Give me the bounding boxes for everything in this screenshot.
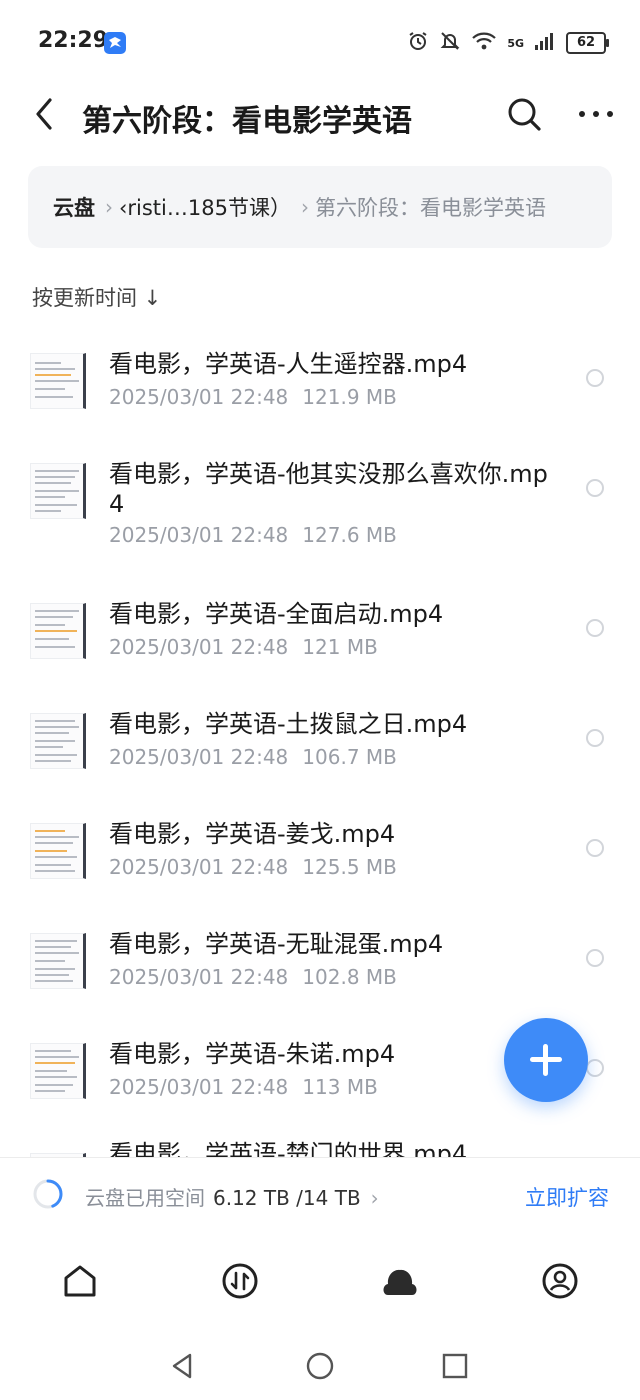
video-thumbnail [30,603,86,659]
file-date: 2025/03/01 22:48 [109,745,289,769]
file-name: 看电影，学英语-无耻混蛋.mp4 [109,930,444,958]
system-back-button[interactable] [168,1351,198,1381]
file-meta: 2025/03/01 22:48 106.7 MB [109,745,397,769]
file-date: 2025/03/01 22:48 [109,635,289,659]
file-name: 看电影，学英语-全面启动.mp4 [109,600,444,628]
file-meta: 2025/03/01 22:48 121.9 MB [109,385,397,409]
list-item[interactable]: 看电影，学英语-他其实没那么喜欢你.mp4 2025/03/01 22:48 12… [0,435,640,575]
bottom-nav [0,1231,640,1331]
back-triangle-icon [172,1353,192,1379]
storage-label: 云盘已用空间 [85,1186,205,1210]
video-thumbnail [30,463,86,519]
file-meta: 2025/03/01 22:48 121 MB [109,635,378,659]
network-type: 5G [507,36,524,50]
profile-icon [542,1263,578,1299]
file-meta: 2025/03/01 22:48 102.8 MB [109,965,397,989]
transfer-icon [222,1263,258,1299]
breadcrumb-parent[interactable]: ‹risti…185节课） [119,192,291,222]
storage-usage-ring [33,1179,63,1209]
file-size: 121.9 MB [302,385,397,409]
file-meta: 2025/03/01 22:48 125.5 MB [109,855,397,879]
select-checkbox[interactable] [586,729,604,747]
mute-icon [439,30,461,56]
chevron-right-icon: › [105,195,113,219]
video-thumbnail [30,713,86,769]
search-icon [508,98,541,131]
select-checkbox[interactable] [586,839,604,857]
file-size: 125.5 MB [302,855,397,879]
back-button[interactable] [30,94,58,134]
nav-cloud[interactable] [380,1261,420,1301]
nav-transfer[interactable] [220,1261,260,1301]
file-meta: 2025/03/01 22:48 113 MB [109,1075,378,1099]
select-checkbox[interactable] [586,1059,604,1077]
list-item[interactable]: 看电影，学英语-人生遥控器.mp4 2025/03/01 22:48 121.9 … [0,325,640,435]
header: 第六阶段：看电影学英语 [0,86,640,146]
expand-storage-link[interactable]: 立即扩容 [525,1182,609,1212]
select-checkbox[interactable] [586,479,604,497]
nav-home[interactable] [60,1261,100,1301]
list-item[interactable]: 看电影，学英语-无耻混蛋.mp4 2025/03/01 22:48 102.8 M… [0,905,640,1015]
file-name: 看电影，学英语-朱诺.mp4 [109,1040,396,1068]
more-button[interactable] [576,94,616,134]
status-time: 22:29 [38,28,109,53]
storage-bar[interactable]: 云盘已用空间 6.12 TB /14 TB › 立即扩容 [0,1157,640,1232]
sort-button[interactable]: 按更新时间 ↓ [32,282,161,312]
file-date: 2025/03/01 22:48 [109,1075,289,1099]
file-name: 看电影，学英语-姜戈.mp4 [109,820,396,848]
list-item[interactable]: 看电影，学英语-姜戈.mp4 2025/03/01 22:48 125.5 MB [0,795,640,905]
file-size: 106.7 MB [302,745,397,769]
cloud-icon [383,1269,417,1295]
breadcrumb: 云盘 › ‹risti…185节课） › 第六阶段：看电影学英语 [28,166,612,248]
chevron-right-icon: › [300,195,309,219]
home-circle-icon [306,1352,334,1380]
add-button[interactable] [504,1018,588,1102]
page-title: 第六阶段：看电影学英语 [82,104,412,139]
video-thumbnail [30,933,86,989]
system-recents-button[interactable] [440,1351,470,1381]
more-icon [579,111,613,117]
nav-profile[interactable] [540,1261,580,1301]
system-nav [0,1331,640,1400]
video-thumbnail [30,823,86,879]
chevron-right-icon: › [370,1186,379,1210]
file-name: 看电影，学英语-土拨鼠之日.mp4 [109,710,468,738]
storage-value: 6.12 TB /14 TB [213,1186,361,1210]
storage-text: 云盘已用空间 6.12 TB /14 TB › [85,1182,379,1211]
breadcrumb-root[interactable]: 云盘 [53,192,95,222]
recents-square-icon [442,1353,468,1379]
file-date: 2025/03/01 22:48 [109,965,289,989]
signal-icon [534,31,556,55]
file-name: 看电影，学英语-楚门的世界.mp4 [109,1140,468,1157]
breadcrumb-current: 第六阶段：看电影学英语 [314,196,546,220]
list-item[interactable]: 看电影，学英语-楚门的世界.mp4 [0,1125,640,1157]
file-name: 看电影，学英语-人生遥控器.mp4 [109,350,468,378]
status-icons: 5G 62 [407,30,609,56]
file-date: 2025/03/01 22:48 [109,855,289,879]
file-size: 121 MB [302,635,378,659]
video-thumbnail [30,1043,86,1099]
file-size: 127.6 MB [302,523,397,547]
search-button[interactable] [504,94,544,134]
battery-icon: 62 [566,32,609,54]
file-date: 2025/03/01 22:48 [109,385,289,409]
list-item[interactable]: 看电影，学英语-全面启动.mp4 2025/03/01 22:48 121 MB [0,575,640,685]
list-item[interactable]: 看电影，学英语-土拨鼠之日.mp4 2025/03/01 22:48 106.7 … [0,685,640,795]
home-icon [64,1265,96,1297]
select-checkbox[interactable] [586,369,604,387]
file-size: 102.8 MB [302,965,397,989]
select-checkbox[interactable] [586,949,604,967]
video-thumbnail [30,353,86,409]
wifi-icon [471,31,497,55]
system-home-button[interactable] [305,1351,335,1381]
file-meta: 2025/03/01 22:48 127.6 MB [109,523,397,547]
file-name: 看电影，学英语-他其实没那么喜欢你.mp4 [109,460,548,518]
status-bar: 22:29 5G 62 [0,0,640,86]
file-size: 113 MB [302,1075,378,1099]
file-date: 2025/03/01 22:48 [109,523,289,547]
alarm-icon [407,30,429,56]
app-notification-icon [104,32,126,54]
select-checkbox[interactable] [586,619,604,637]
